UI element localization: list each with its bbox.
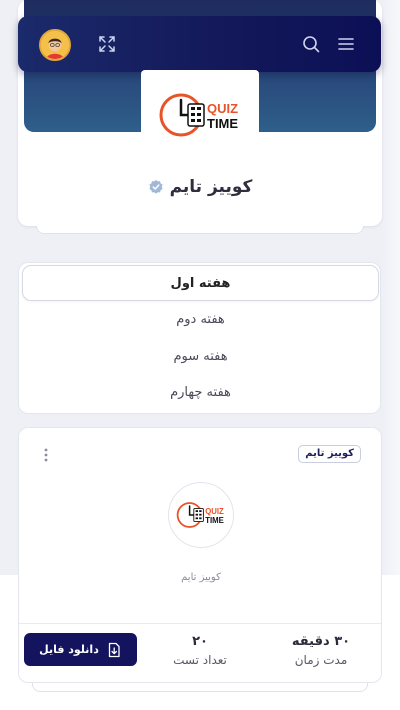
week-tab-label: هفته سوم [173,348,228,364]
logo-word-quiz: QUIZ [207,101,238,116]
top-navbar [18,16,381,72]
duration-stat: ۳۰ دقیقه مدت زمان [281,634,361,667]
kebab-icon[interactable] [39,446,53,464]
quiz-time-logo: QUIZ TIME [141,70,259,160]
question-count-value: ۲۰ [192,634,208,649]
avatar-image [41,31,69,59]
question-count-label: تعداد تست [173,653,227,667]
download-button-label: دانلود فایل [39,643,99,656]
verified-badge-icon [148,180,163,194]
week-tab-2[interactable]: هفته دوم [19,301,382,337]
hamburger-icon[interactable] [335,33,357,55]
download-file-icon [108,642,120,657]
expand-icon[interactable] [96,33,118,55]
quiz-card-stack [32,683,368,692]
category-tag[interactable]: کوییز تایم [298,445,361,463]
logo-word-time: TIME [205,516,224,525]
week-tab-label: هفته اول [170,275,231,291]
duration-value: ۳۰ دقیقه [291,634,351,649]
quiz-logo: QUIZ TIME [168,482,234,548]
profile-title-row: کوییز تایم [18,174,382,200]
week-tab-4[interactable]: هفته چهارم [19,374,382,410]
question-count-stat: ۲۰ تعداد تست [159,634,241,667]
week-tab-1[interactable]: هفته اول [22,265,379,301]
search-icon[interactable] [300,33,322,55]
profile-card-stack [36,226,364,234]
weeks-menu: هفته اول هفته دوم هفته سوم هفته چهارم [18,262,381,414]
duration-label: مدت زمان [294,653,348,667]
week-tab-label: هفته چهارم [170,384,231,400]
page-edge [382,0,400,575]
logo-word-time: TIME [207,116,238,131]
week-tab-3[interactable]: هفته سوم [19,338,382,374]
divider [19,623,381,624]
quiz-card: کوییز تایم QUIZ TIME کوییز تایم ۳۰ دقیقه… [18,427,382,683]
quiz-time-logo-graphic: QUIZ TIME [159,93,238,137]
week-tab-label: هفته دوم [176,311,225,327]
page-title: کوییز تایم [169,177,253,197]
logo-word-quiz: QUIZ [205,507,224,516]
quiz-name: کوییز تایم [181,572,221,583]
quiz-logo-graphic: QUIZ TIME [176,502,224,528]
avatar[interactable] [39,29,71,61]
download-file-button[interactable]: دانلود فایل [24,633,137,666]
